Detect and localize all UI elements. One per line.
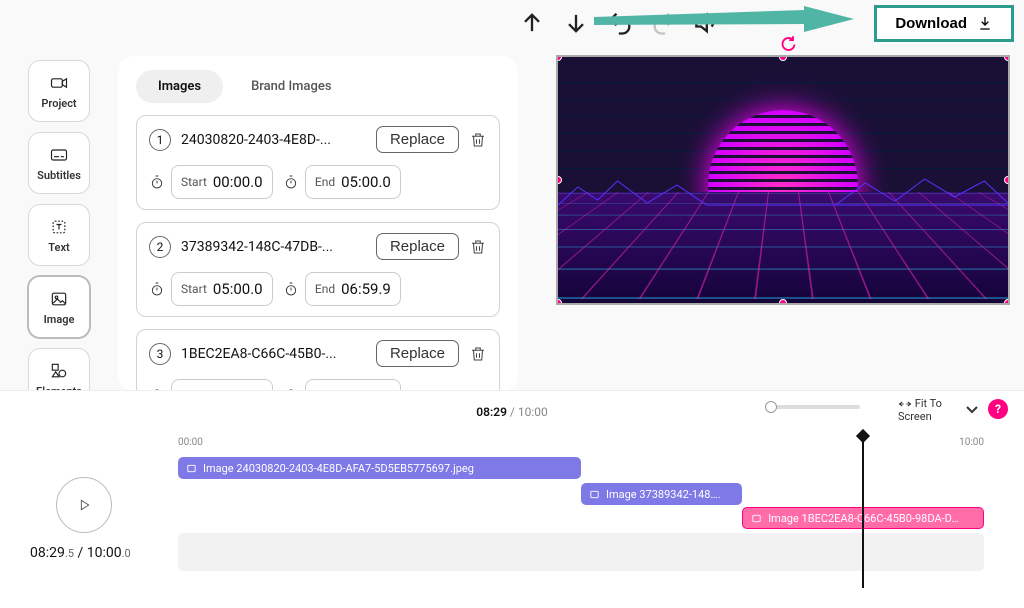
- zoom-thumb[interactable]: [765, 401, 777, 413]
- clip-image-2[interactable]: Image 37389342-148….: [581, 483, 742, 505]
- selection-handle[interactable]: [1004, 299, 1010, 305]
- sidebar-item-text[interactable]: Text: [28, 204, 90, 266]
- sidebar-item-image[interactable]: Image: [28, 276, 90, 338]
- image-icon: [48, 289, 70, 309]
- replace-button[interactable]: Replace: [376, 340, 459, 367]
- download-button[interactable]: Download: [874, 5, 1014, 42]
- zoom-slider[interactable]: [765, 405, 860, 409]
- selection-handle[interactable]: [1004, 55, 1010, 61]
- download-label: Download: [895, 15, 967, 32]
- trash-icon[interactable]: [469, 238, 487, 256]
- stopwatch-icon: [283, 281, 299, 297]
- replace-button[interactable]: Replace: [376, 126, 459, 153]
- canvas-preview[interactable]: [556, 55, 1010, 305]
- filename-label: 1BEC2EA8-C66C-45B0-...: [181, 346, 366, 362]
- shapes-icon: [48, 361, 70, 381]
- image-row: 3 1BEC2EA8-C66C-45B0-... Replace Start 0…: [136, 329, 500, 391]
- stopwatch-icon: [283, 174, 299, 190]
- volume-icon[interactable]: [694, 9, 722, 37]
- side-nav: Project Subtitles Text Image Elements: [28, 60, 88, 410]
- row-number-badge: 2: [149, 236, 171, 258]
- collapse-toggle-icon[interactable]: [964, 401, 980, 417]
- camera-icon: [48, 73, 70, 93]
- stopwatch-icon: [149, 281, 165, 297]
- trash-icon[interactable]: [469, 345, 487, 363]
- selection-handle[interactable]: [779, 299, 787, 305]
- time-indicator: 08:29 / 10:00: [476, 405, 548, 419]
- text-icon: [48, 217, 70, 237]
- row-number-badge: 1: [149, 129, 171, 151]
- rotate-handle-icon[interactable]: [778, 34, 796, 52]
- timeline-panel: 08:29 / 10:00 Fit To Screen ? 00:00 10:0…: [0, 390, 1024, 608]
- fit-to-screen-button[interactable]: Fit To Screen: [898, 397, 954, 423]
- replace-button[interactable]: Replace: [376, 233, 459, 260]
- image-icon: [186, 463, 197, 474]
- preview-mountains: [558, 175, 1008, 210]
- selection-handle[interactable]: [1004, 176, 1010, 184]
- tab-images[interactable]: Images: [136, 70, 223, 103]
- clip-image-1[interactable]: Image 24030820-2403-4E8D-AFA7-5D5EB57756…: [178, 457, 581, 479]
- playback-time: 08:29.5 / 10:00.0: [30, 545, 131, 561]
- download-icon: [977, 15, 993, 31]
- start-time-input[interactable]: Start 00:00.0: [171, 165, 273, 199]
- filename-label: 37389342-148C-47DB-...: [181, 239, 366, 255]
- tab-brand-images[interactable]: Brand Images: [229, 70, 353, 103]
- row-number-badge: 3: [149, 343, 171, 365]
- filename-label: 24030820-2403-4E8D-...: [181, 132, 366, 148]
- move-layer-down-icon[interactable]: [562, 9, 590, 37]
- play-button[interactable]: [56, 477, 112, 533]
- playhead[interactable]: [862, 437, 864, 588]
- sidebar-item-project[interactable]: Project: [28, 60, 90, 122]
- undo-icon[interactable]: [606, 9, 634, 37]
- end-time-input[interactable]: End 05:00.0: [305, 165, 401, 199]
- trash-icon[interactable]: [469, 131, 487, 149]
- end-time-input[interactable]: End 06:59.9: [305, 272, 401, 306]
- subtitles-icon: [48, 145, 70, 165]
- start-time-input[interactable]: Start 05:00.0: [171, 272, 273, 306]
- image-row: 1 24030820-2403-4E8D-... Replace Start 0…: [136, 115, 500, 210]
- images-panel: Images Brand Images 1 24030820-2403-4E8D…: [118, 56, 518, 391]
- sidebar-item-subtitles[interactable]: Subtitles: [28, 132, 90, 194]
- redo-icon[interactable]: [650, 9, 678, 37]
- move-layer-up-icon[interactable]: [518, 9, 546, 37]
- image-row: 2 37389342-148C-47DB-... Replace Start 0…: [136, 222, 500, 317]
- stopwatch-icon: [149, 174, 165, 190]
- image-icon: [751, 513, 762, 524]
- help-button[interactable]: ?: [988, 399, 1008, 419]
- selection-handle[interactable]: [556, 299, 562, 305]
- image-icon: [589, 489, 600, 500]
